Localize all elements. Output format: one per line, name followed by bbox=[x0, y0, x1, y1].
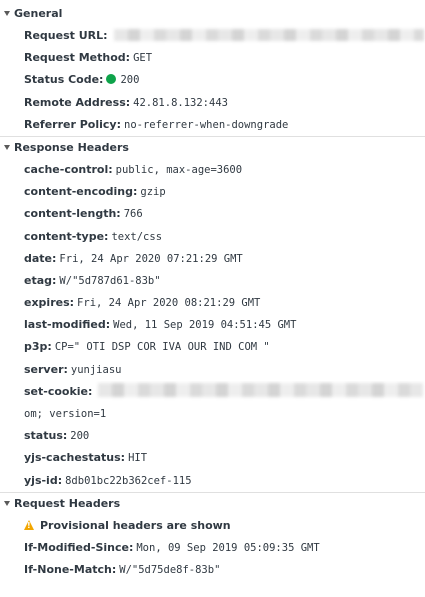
header-row: server: yunjiasu bbox=[0, 359, 425, 381]
header-value: Mon, 09 Sep 2019 05:09:35 GMT bbox=[136, 541, 320, 554]
header-value: 766 bbox=[123, 208, 143, 221]
header-key: etag: bbox=[24, 273, 57, 287]
request-headers-title: Request Headers bbox=[14, 496, 121, 510]
request-headers-section-header[interactable]: Request Headers bbox=[0, 493, 425, 515]
warning-icon bbox=[24, 519, 34, 530]
header-row: status: 200 bbox=[0, 425, 425, 447]
remote-address-value: 42.81.8.132:443 bbox=[133, 96, 228, 109]
remote-address-row: Remote Address: 42.81.8.132:443 bbox=[0, 92, 425, 114]
header-row: p3p: CP=" OTI DSP COR IVA OUR IND COM " bbox=[0, 336, 425, 358]
header-key: cache-control: bbox=[24, 162, 113, 176]
expand-triangle-icon bbox=[4, 500, 10, 506]
header-key: If-Modified-Since: bbox=[24, 540, 134, 554]
header-value: 8db01bc22b362cef-115 bbox=[65, 474, 192, 487]
header-value: text/css bbox=[111, 230, 163, 243]
header-value: W/"5d75de8f-83b" bbox=[119, 564, 221, 577]
request-headers-section: Request Headers Provisional headers are … bbox=[0, 493, 425, 582]
header-row: content-length: 766 bbox=[0, 203, 425, 225]
header-value: om; version=1 bbox=[24, 408, 107, 420]
header-row: If-None-Match: W/"5d75de8f-83b" bbox=[0, 559, 425, 581]
response-headers-section: Response Headers cache-control: public, m… bbox=[0, 137, 425, 492]
header-value: Wed, 11 Sep 2019 04:51:45 GMT bbox=[113, 319, 297, 332]
header-value: Fri, 24 Apr 2020 08:21:29 GMT bbox=[77, 297, 261, 310]
expand-triangle-icon bbox=[4, 144, 10, 150]
request-url-label: Request URL: bbox=[24, 29, 108, 42]
header-key: yjs-id: bbox=[24, 473, 63, 487]
header-value: CP=" OTI DSP COR IVA OUR IND COM " bbox=[54, 341, 270, 354]
header-value: Fri, 24 Apr 2020 07:21:29 GMT bbox=[59, 252, 243, 265]
headers-panel: General Request URL: Request Method: GET … bbox=[0, 0, 425, 597]
header-key: date: bbox=[24, 251, 57, 265]
expand-triangle-icon bbox=[4, 11, 10, 16]
status-code-row: Status Code: 200 bbox=[0, 69, 425, 91]
header-value: yunjiasu bbox=[70, 363, 122, 376]
redacted-url-blur bbox=[113, 29, 424, 41]
header-key: p3p: bbox=[24, 340, 52, 354]
response-headers-title: Response Headers bbox=[14, 140, 129, 154]
header-key: content-type: bbox=[24, 229, 109, 243]
header-row: set-cookie: bbox=[0, 381, 425, 403]
header-row: etag: W/"5d787d61-83b" bbox=[0, 270, 425, 292]
request-method-value: GET bbox=[133, 52, 153, 65]
header-key: yjs-cachestatus: bbox=[24, 451, 126, 465]
request-method-label: Request Method: bbox=[24, 51, 131, 65]
header-key: last-modified: bbox=[24, 318, 111, 332]
header-row: content-type: text/css bbox=[0, 226, 425, 248]
header-row: date: Fri, 24 Apr 2020 07:21:29 GMT bbox=[0, 248, 425, 270]
status-code-label: Status Code: bbox=[24, 73, 104, 87]
referrer-policy-row: Referrer Policy: no-referrer-when-downgra… bbox=[0, 114, 425, 136]
header-key: expires: bbox=[24, 296, 75, 310]
header-value: public, max-age=3600 bbox=[115, 163, 243, 176]
header-row: expires: Fri, 24 Apr 2020 08:21:29 GMT bbox=[0, 292, 425, 314]
header-row: yjs-id: 8db01bc22b362cef-115 bbox=[0, 470, 425, 492]
request-method-row: Request Method: GET bbox=[0, 47, 425, 69]
redacted-cookie-blur bbox=[98, 382, 424, 397]
header-row: content-encoding: gzip bbox=[0, 181, 425, 203]
referrer-policy-label: Referrer Policy: bbox=[24, 117, 121, 131]
header-value: W/"5d787d61-83b" bbox=[59, 274, 161, 287]
status-ok-icon bbox=[106, 74, 117, 85]
header-row: cache-control: public, max-age=3600 bbox=[0, 159, 425, 181]
header-key: If-None-Match: bbox=[24, 563, 117, 577]
header-row: last-modified: Wed, 11 Sep 2019 04:51:45 … bbox=[0, 314, 425, 336]
header-value: HIT bbox=[128, 452, 148, 465]
header-row: If-Modified-Since: Mon, 09 Sep 2019 05:09… bbox=[0, 537, 425, 559]
header-key: status: bbox=[24, 429, 68, 443]
header-key: set-cookie: bbox=[24, 384, 93, 398]
provisional-warning-row: Provisional headers are shown bbox=[0, 515, 425, 537]
provisional-warning-text: Provisional headers are shown bbox=[40, 518, 231, 532]
general-section-header[interactable]: General bbox=[0, 3, 425, 25]
header-row: om; version=1 bbox=[0, 403, 425, 425]
header-value: 200 bbox=[70, 430, 90, 443]
response-headers-section-header[interactable]: Response Headers bbox=[0, 137, 425, 159]
status-code-value: 200 bbox=[120, 74, 140, 87]
general-section: General Request URL: Request Method: GET … bbox=[0, 0, 425, 136]
request-url-row: Request URL: bbox=[0, 25, 425, 47]
header-key: content-encoding: bbox=[24, 185, 138, 199]
remote-address-label: Remote Address: bbox=[24, 95, 131, 109]
general-title: General bbox=[14, 7, 63, 20]
header-key: server: bbox=[24, 362, 68, 376]
header-row: yjs-cachestatus: HIT bbox=[0, 447, 425, 469]
referrer-policy-value: no-referrer-when-downgrade bbox=[124, 118, 289, 131]
header-key: content-length: bbox=[24, 207, 121, 221]
header-value: gzip bbox=[140, 186, 166, 199]
